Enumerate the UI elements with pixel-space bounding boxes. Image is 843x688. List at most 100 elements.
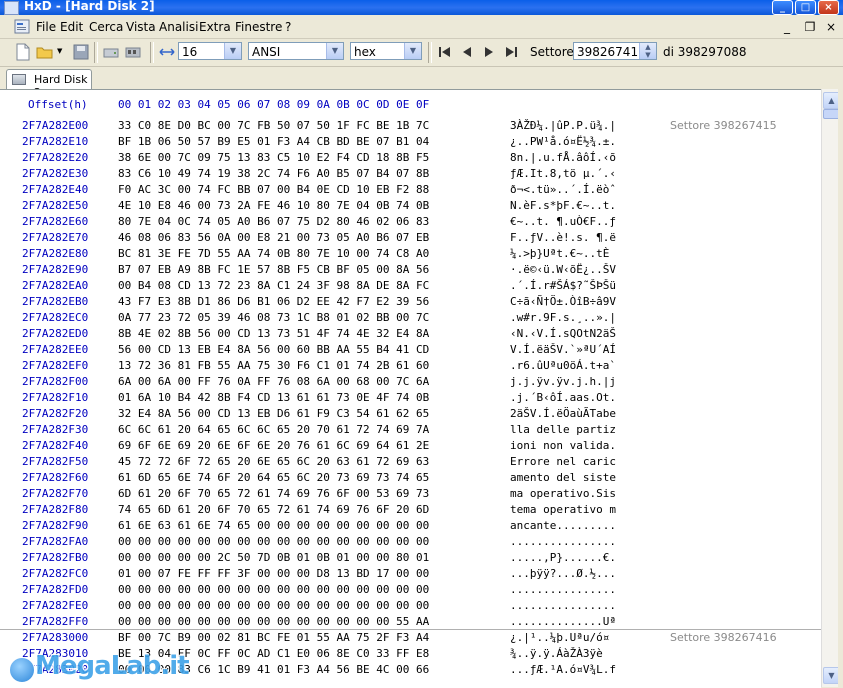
hex-editor-pane[interactable]: Offset(h) 00 01 02 03 04 05 06 07 08 09 … xyxy=(0,89,821,688)
row-ascii[interactable]: C÷ã‹Ñ†Ö±.ÒîB÷â9V xyxy=(510,294,616,310)
row-ascii[interactable]: .w#r.9F.s.¸..».| xyxy=(510,310,616,326)
row-ascii[interactable]: 3ÀŽĐ¼.|ûP.P.ü¾.| xyxy=(510,118,616,134)
row-ascii[interactable]: tema operativo m xyxy=(510,502,616,518)
menu-vista[interactable]: Vista xyxy=(126,20,156,34)
row-hex-bytes[interactable]: 61 6D 65 6E 74 6F 20 64 65 6C 20 73 69 7… xyxy=(118,470,429,486)
row-hex-bytes[interactable]: 32 E4 8A 56 00 CD 13 EB D6 61 F9 C3 54 6… xyxy=(118,406,429,422)
menu-cerca[interactable]: Cerca xyxy=(89,20,123,34)
row-ascii[interactable]: j.j.ÿv.ÿv.j.h.|j xyxy=(510,374,616,390)
row-hex-bytes[interactable]: BF 1B 06 50 57 B9 E5 01 F3 A4 CB BD BE 0… xyxy=(118,134,429,150)
menu-file[interactable]: File xyxy=(36,20,56,34)
disk-icon[interactable] xyxy=(102,43,120,61)
open-folder-icon[interactable] xyxy=(36,43,54,61)
row-hex-bytes[interactable]: 8B 4E 02 8B 56 00 CD 13 73 51 4F 74 4E 3… xyxy=(118,326,429,342)
row-hex-bytes[interactable]: 6D 61 20 6F 70 65 72 61 74 69 76 6F 00 5… xyxy=(118,486,429,502)
row-hex-bytes[interactable]: 0A 77 23 72 05 39 46 08 73 1C B8 01 02 B… xyxy=(118,310,429,326)
row-ascii[interactable]: V.Í.ëäŠV.`»ªU´AÍ xyxy=(510,342,616,358)
chevron-down-icon[interactable]: ▼ xyxy=(224,43,241,59)
row-ascii[interactable]: ancante......... xyxy=(510,518,616,534)
row-ascii[interactable]: ................ xyxy=(510,534,616,550)
row-hex-bytes[interactable]: 45 72 72 6F 72 65 20 6E 65 6C 20 63 61 7… xyxy=(118,454,429,470)
mdi-minimize-button[interactable]: _ xyxy=(778,19,796,35)
row-ascii[interactable]: ...þÿÿ?...Ø.½... xyxy=(510,566,616,582)
row-ascii[interactable]: amento del siste xyxy=(510,470,616,486)
row-hex-bytes[interactable]: B7 07 EB A9 8B FC 1E 57 8B F5 CB BF 05 0… xyxy=(118,262,429,278)
row-ascii[interactable]: ..............Uª xyxy=(510,614,616,630)
row-hex-bytes[interactable]: F0 AC 3C 00 74 FC BB 07 00 B4 0E CD 10 E… xyxy=(118,182,429,198)
row-ascii[interactable]: ................ xyxy=(510,598,616,614)
row-hex-bytes[interactable]: 80 7E 04 0C 74 05 A0 B6 07 75 D2 80 46 0… xyxy=(118,214,429,230)
chevron-down-icon[interactable]: ▼ xyxy=(404,43,421,59)
next-sector-icon[interactable] xyxy=(480,43,498,61)
row-ascii[interactable]: Errore nel caric xyxy=(510,454,616,470)
row-ascii[interactable]: ...ƒÆ.¹A.ó¤V¾L.f xyxy=(510,662,616,678)
row-ascii[interactable]: ¿..PW¹å.ó¤Ë½¾.±. xyxy=(510,134,616,150)
row-ascii[interactable]: ma operativo.Sis xyxy=(510,486,616,502)
row-hex-bytes[interactable]: 6C 6C 61 20 64 65 6C 6C 65 20 70 61 72 7… xyxy=(118,422,429,438)
row-hex-bytes[interactable]: BF 00 7C B9 00 02 81 BC FE 01 55 AA 75 2… xyxy=(118,630,429,646)
row-hex-bytes[interactable]: 74 65 6D 61 20 6F 70 65 72 61 74 69 76 6… xyxy=(118,502,429,518)
row-ascii[interactable]: 2äŠV.Í.ëÖaùÃTabe xyxy=(510,406,616,422)
row-ascii[interactable]: ioni non valida. xyxy=(510,438,616,454)
row-ascii[interactable]: €~..t. ¶.uÒ€F..ƒ xyxy=(510,214,616,230)
mdi-restore-button[interactable]: ❐ xyxy=(801,19,819,35)
row-hex-bytes[interactable]: 38 6E 00 7C 09 75 13 83 C5 10 E2 F4 CD 1… xyxy=(118,150,429,166)
row-hex-bytes[interactable]: 46 08 06 83 56 0A 00 E8 21 00 73 05 A0 B… xyxy=(118,230,429,246)
row-ascii[interactable]: ƒÆ.It.8,tö µ.´.‹ xyxy=(510,166,616,182)
mdi-close-button[interactable]: × xyxy=(822,19,840,35)
maximize-button[interactable]: □ xyxy=(795,0,816,15)
row-hex-bytes[interactable]: 00 00 00 00 00 00 00 00 00 00 00 00 00 0… xyxy=(118,582,429,598)
ram-icon[interactable] xyxy=(124,43,142,61)
row-hex-bytes[interactable]: 33 C0 8E D0 BC 00 7C FB 50 07 50 1F FC B… xyxy=(118,118,429,134)
first-sector-icon[interactable] xyxy=(436,43,454,61)
vertical-scrollbar[interactable]: ▲ ▼ xyxy=(821,89,840,687)
menu-analisi[interactable]: Analisi xyxy=(159,20,198,34)
row-ascii[interactable]: 8n.|.u.fÅ.âôÍ.‹õ xyxy=(510,150,616,166)
row-hex-bytes[interactable]: 13 72 36 81 FB 55 AA 75 30 F6 C1 01 74 2… xyxy=(118,358,429,374)
row-hex-bytes[interactable]: 01 00 07 FE FF FF 3F 00 00 00 D8 13 BD 1… xyxy=(118,566,429,582)
row-hex-bytes[interactable]: BC 81 3E FE 7D 55 AA 74 0B 80 7E 10 00 7… xyxy=(118,246,429,262)
row-ascii[interactable]: .´.Í.r#ŠÁ$?˜ŠÞŠü xyxy=(510,278,616,294)
row-ascii[interactable]: ·.ë©‹ü.W‹õË¿..ŠV xyxy=(510,262,616,278)
row-ascii[interactable]: N.èF.s*þF.€~..t. xyxy=(510,198,616,214)
open-dropdown-arrow[interactable]: ▼ xyxy=(57,47,62,55)
row-hex-bytes[interactable]: 4E 10 E8 46 00 73 2A FE 46 10 80 7E 04 0… xyxy=(118,198,429,214)
row-ascii[interactable]: .r6.ûUªu0öÁ.t+a` xyxy=(510,358,616,374)
row-hex-bytes[interactable]: 83 C6 10 49 74 19 38 2C 74 F6 A0 B5 07 B… xyxy=(118,166,429,182)
row-ascii[interactable]: ¿.|¹..¼þ.Uªu/ó¤ xyxy=(510,630,609,646)
chevron-down-icon[interactable]: ▼ xyxy=(326,43,343,59)
row-ascii[interactable]: ð¬<.tü»..´.Í.ëòˆ xyxy=(510,182,616,198)
row-ascii[interactable]: F..ƒV..è!.s. ¶.ë xyxy=(510,230,616,246)
bytes-per-row-select[interactable]: 16 ▼ xyxy=(178,42,242,60)
row-hex-bytes[interactable]: 56 00 CD 13 EB E4 8A 56 00 60 BB AA 55 B… xyxy=(118,342,429,358)
spin-arrows-icon[interactable]: ▲ ▼ xyxy=(639,43,656,59)
row-ascii[interactable]: lla delle partiz xyxy=(510,422,616,438)
menu-extra[interactable]: Extra xyxy=(199,20,231,34)
row-hex-bytes[interactable]: 61 6E 63 61 6E 74 65 00 00 00 00 00 00 0… xyxy=(118,518,429,534)
row-hex-bytes[interactable]: 00 00 00 00 00 2C 50 7D 0B 01 0B 01 00 0… xyxy=(118,550,429,566)
save-icon[interactable] xyxy=(72,43,90,61)
row-hex-bytes[interactable]: 00 B4 08 CD 13 72 23 8A C1 24 3F 98 8A D… xyxy=(118,278,429,294)
sector-input[interactable]: 398267415 ▲ ▼ xyxy=(573,42,657,60)
tab-hard-disk-2[interactable]: Hard Disk 2 xyxy=(6,69,92,99)
offset-base-select[interactable]: hex ▼ xyxy=(350,42,422,60)
row-hex-bytes[interactable]: 00 00 00 00 00 00 00 00 00 00 00 00 00 0… xyxy=(118,598,429,614)
row-ascii[interactable]: ¾..ÿ.ÿ.­ÁàŽÀ3ÿè xyxy=(510,646,603,662)
menu-finestre[interactable]: Finestre xyxy=(235,20,282,34)
row-ascii[interactable]: ‹N.‹V.Í.sQOtN2äŠ xyxy=(510,326,616,342)
row-hex-bytes[interactable]: 6A 00 6A 00 FF 76 0A FF 76 08 6A 00 68 0… xyxy=(118,374,429,390)
row-ascii[interactable]: ................ xyxy=(510,582,616,598)
row-hex-bytes[interactable]: 00 00 00 00 00 00 00 00 00 00 00 00 00 0… xyxy=(118,534,429,550)
row-hex-bytes[interactable]: 43 F7 E3 8B D1 86 D6 B1 06 D2 EE 42 F7 E… xyxy=(118,294,429,310)
menu-help[interactable]: ? xyxy=(285,20,291,34)
row-ascii[interactable]: .....,P}......€. xyxy=(510,550,616,566)
row-ascii[interactable]: .j.´B‹ôÍ.aas.Ot. xyxy=(510,390,616,406)
new-file-icon[interactable] xyxy=(14,43,32,61)
row-hex-bytes[interactable]: 00 00 00 00 00 00 00 00 00 00 00 00 00 0… xyxy=(118,614,429,630)
previous-sector-icon[interactable] xyxy=(458,43,476,61)
last-sector-icon[interactable] xyxy=(502,43,520,61)
menu-edit[interactable]: Edit xyxy=(60,20,83,34)
minimize-button[interactable]: _ xyxy=(772,0,793,15)
close-button[interactable]: × xyxy=(818,0,839,15)
row-hex-bytes[interactable]: 69 6F 6E 69 20 6E 6F 6E 20 76 61 6C 69 6… xyxy=(118,438,429,454)
